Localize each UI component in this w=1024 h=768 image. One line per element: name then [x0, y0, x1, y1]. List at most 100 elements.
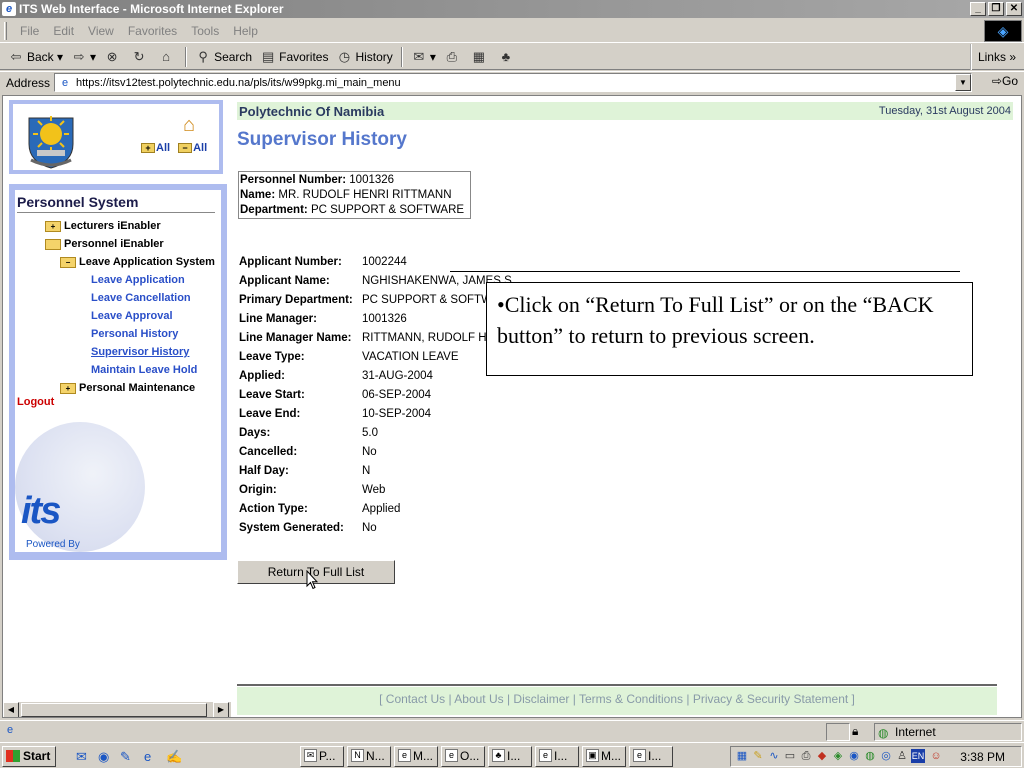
system-tray: ▦ ✎ ∿ ▭ ⎙ ◆ ◈ ◉ ◍ ◎ ♙ EN ☺ 3:38 PM [730, 746, 1022, 767]
expand-all-button[interactable]: + All [141, 142, 170, 154]
page-icon: e [61, 76, 69, 89]
taskbar-item[interactable]: N N... [347, 746, 391, 767]
security-zone: ◍ Internet [874, 723, 1022, 741]
quicklaunch-outlook-icon[interactable]: ✉ [76, 749, 87, 765]
tray-printer-icon[interactable]: ⎙ [799, 749, 813, 763]
left-frame-horizontal-scrollbar[interactable]: ◀ ▶ [3, 701, 231, 717]
forward-button[interactable]: ⇨ ▾ [67, 46, 100, 68]
back-button[interactable]: ⇦ Back ▾ [4, 46, 67, 68]
nav-leave-cancellation[interactable]: Leave Cancellation [91, 292, 191, 304]
tray-audio-icon[interactable]: ∿ [767, 749, 781, 763]
tray-user-icon[interactable]: ♙ [895, 749, 909, 763]
taskbar-item[interactable]: e O... [441, 746, 485, 767]
task-icon: e [633, 749, 646, 762]
powered-by-label: Powered By [26, 539, 80, 550]
quicklaunch-ie-icon[interactable]: e [144, 749, 151, 764]
toolbar: ⇦ Back ▾ ⇨ ▾ ⊗ ↻ ⌂ ⚲ Search ▤ Favorites ◷ His… [0, 44, 1024, 70]
detail-row: Cancelled: No [239, 446, 377, 458]
window-title: ITS Web Interface - Microsoft Internet E… [19, 2, 284, 16]
history-icon: ◷ [338, 48, 351, 64]
quicklaunch-notepad-icon[interactable]: ✍ [166, 749, 182, 765]
scroll-right-button[interactable]: ▶ [213, 702, 229, 717]
menu-tools[interactable]: Tools [184, 24, 226, 38]
nav-personnel-ienabler[interactable]: Personnel iEnabler [45, 238, 164, 250]
home-icon[interactable]: ⌂ [183, 114, 195, 137]
page-status-icon: e [6, 724, 14, 736]
start-button[interactable]: Start [2, 746, 56, 767]
detail-row: Leave Start: 06-SEP-2004 [239, 389, 432, 401]
address-bar: Address e https://itsv12test.polytechnic… [0, 71, 1024, 93]
taskbar-item[interactable]: e I... [629, 746, 673, 767]
quicklaunch-pen-icon[interactable]: ✎ [120, 749, 131, 765]
tray-display-icon[interactable]: ▭ [783, 749, 797, 763]
tray-language-icon[interactable]: EN [911, 749, 925, 763]
current-date: Tuesday, 31st August 2004 [878, 105, 1011, 117]
browser-content: ⌂ + All − All Personnel System + Lecturers … [2, 95, 1022, 718]
restore-button[interactable]: ❐ [988, 2, 1004, 16]
tray-connection-icon[interactable]: ◍ [863, 749, 877, 763]
left-frame: ⌂ + All − All Personnel System + Lecturers … [3, 96, 231, 717]
tray-shield-icon[interactable]: ◈ [831, 749, 845, 763]
favorites-folder-icon: ▤ [261, 48, 275, 64]
nav-leave-approval[interactable]: Leave Approval [91, 310, 173, 322]
links-toolbar[interactable]: Links » [969, 44, 1024, 70]
discuss-button[interactable]: ♣ [494, 46, 521, 68]
folder-plus-icon: + [60, 382, 76, 394]
nav-personal-history[interactable]: Personal History [91, 328, 178, 340]
nav-leave-application[interactable]: Leave Application [91, 274, 185, 286]
tray-network-icon[interactable]: ▦ [735, 749, 749, 763]
mail-button[interactable]: ✉ ▾ [407, 46, 440, 68]
address-input[interactable]: e https://itsv12test.polytechnic.edu.na/… [54, 73, 972, 92]
taskbar-clock: 3:38 PM [960, 750, 1005, 764]
task-icon: e [445, 749, 458, 762]
tray-messenger-icon[interactable]: ◉ [847, 749, 861, 763]
address-url: https://itsv12test.polytechnic.edu.na/pl… [76, 76, 401, 89]
stop-button[interactable]: ⊗ [100, 46, 127, 68]
home-icon: ⌂ [162, 48, 170, 64]
windows-logo-icon: ◈ [984, 20, 1022, 42]
main-frame: Polytechnic Of Namibia Tuesday, 31st Aug… [235, 96, 1021, 717]
callout-connector-line [450, 271, 960, 272]
nav-personal-maintenance[interactable]: + Personal Maintenance [60, 382, 195, 394]
tray-security-icon[interactable]: ◎ [879, 749, 893, 763]
print-button[interactable]: ⎙ [440, 46, 467, 68]
discuss-icon: ♣ [501, 48, 511, 64]
close-button[interactable]: ✕ [1006, 2, 1022, 16]
menu-view[interactable]: View [81, 24, 121, 38]
home-button[interactable]: ⌂ [154, 46, 181, 68]
footer-links[interactable]: [ Contact Us | About Us | Disclaimer | T… [237, 687, 997, 715]
go-button[interactable]: ⇨Go [992, 74, 1018, 88]
collapse-all-button[interactable]: − All [178, 142, 207, 154]
nav-title: Personnel System [17, 194, 215, 213]
detail-row: Action Type: Applied [239, 503, 401, 515]
taskbar-item[interactable]: ♣ I... [488, 746, 532, 767]
minimize-button[interactable]: _ [970, 2, 986, 16]
favorites-button[interactable]: ▤ Favorites [256, 46, 332, 68]
menu-file[interactable]: File [13, 24, 46, 38]
nav-leave-application-system[interactable]: − Leave Application System [60, 256, 215, 268]
menu-favorites[interactable]: Favorites [121, 24, 184, 38]
scroll-thumb[interactable] [21, 703, 207, 717]
windows-flag-icon [6, 750, 20, 762]
personnel-info-box: Personnel Number: 1001326 Name: MR. RUDO… [238, 171, 471, 219]
history-button[interactable]: ◷ History [332, 46, 396, 68]
search-button[interactable]: ⚲ Search [191, 46, 256, 68]
nav-supervisor-history[interactable]: Supervisor History [91, 346, 189, 358]
scroll-left-button[interactable]: ◀ [3, 702, 19, 717]
tray-app-icon[interactable]: ☺ [929, 749, 943, 763]
nav-lecturers-ienabler[interactable]: + Lecturers iEnabler [45, 220, 161, 232]
taskbar-item[interactable]: e M... [394, 746, 438, 767]
edit-button[interactable]: ▦ [467, 46, 494, 68]
taskbar-item[interactable]: ✉ P... [300, 746, 344, 767]
taskbar-item[interactable]: e I... [535, 746, 579, 767]
menu-edit[interactable]: Edit [46, 24, 81, 38]
refresh-button[interactable]: ↻ [127, 46, 154, 68]
logout-link[interactable]: Logout [17, 396, 54, 408]
nav-maintain-leave-hold[interactable]: Maintain Leave Hold [91, 364, 197, 376]
quicklaunch-eye-icon[interactable]: ◉ [98, 749, 109, 765]
tray-pen-icon[interactable]: ✎ [751, 749, 765, 763]
tray-antivirus-icon[interactable]: ◆ [815, 749, 829, 763]
taskbar-item[interactable]: ▣ M... [582, 746, 626, 767]
address-dropdown-button[interactable]: ▼ [955, 74, 971, 91]
menu-help[interactable]: Help [226, 24, 265, 38]
